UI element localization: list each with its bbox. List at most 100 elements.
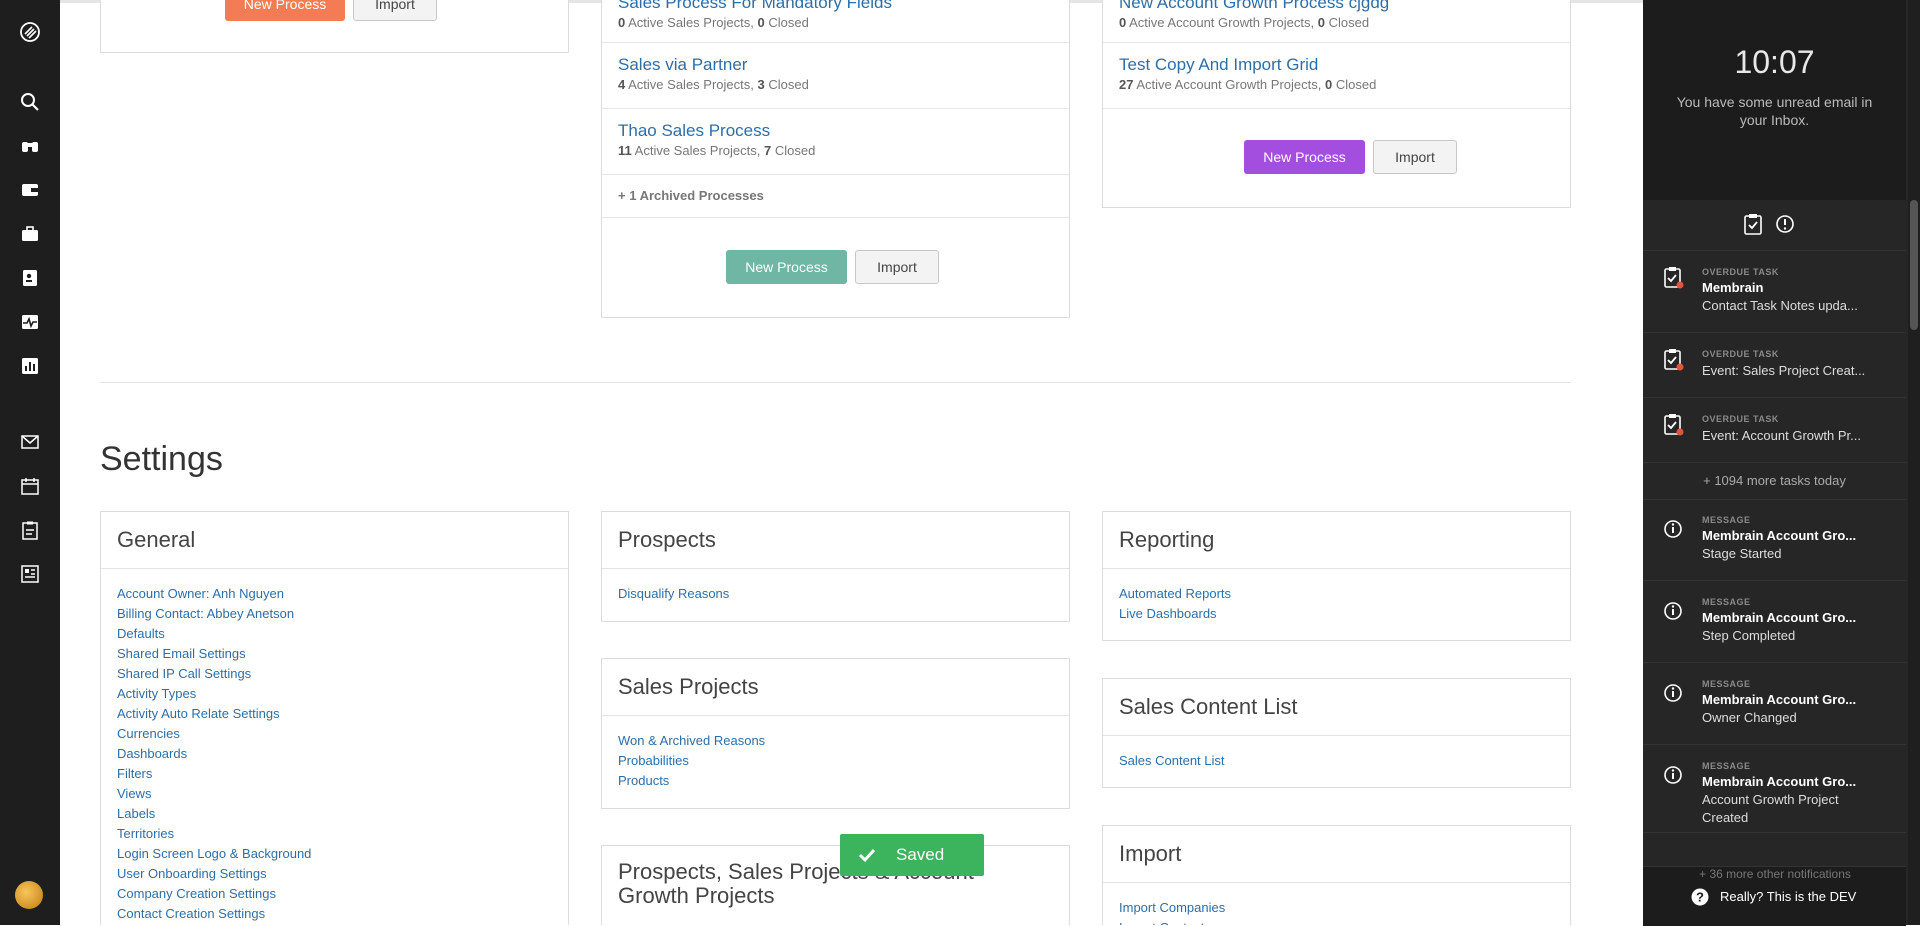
- settings-link[interactable]: Products: [618, 771, 765, 791]
- settings-link[interactable]: Disqualify Reasons: [618, 584, 729, 604]
- notification-item[interactable]: MESSAGE Membrain Account Gro... Account Gr…: [1643, 745, 1906, 833]
- card-title: Import: [1119, 841, 1182, 866]
- settings-link[interactable]: Login Screen Logo & Background: [117, 844, 311, 864]
- list-item[interactable]: New Account Growth Process cjgdg 0 Activ…: [1103, 0, 1570, 43]
- settings-link[interactable]: Territories: [117, 824, 311, 844]
- notification-kind: OVERDUE TASK: [1702, 414, 1779, 424]
- settings-link[interactable]: Views: [117, 784, 311, 804]
- email-message[interactable]: You have some unread email in your Inbox…: [1673, 93, 1876, 129]
- dashboard-icon[interactable]: [16, 560, 44, 588]
- more-notifications[interactable]: + 36 more other notifications: [1657, 867, 1893, 881]
- notification-item[interactable]: OVERDUE TASK Event: Account Growth Pr...: [1643, 398, 1906, 463]
- settings-link[interactable]: Contact Creation Settings: [117, 904, 311, 924]
- saved-toast: Saved: [840, 834, 984, 876]
- settings-link[interactable]: Activity Auto Relate Settings: [117, 704, 311, 724]
- main-content: New Process Import Sales Process For Man…: [60, 0, 1643, 925]
- binoculars-icon[interactable]: [16, 132, 44, 160]
- notification-item[interactable]: MESSAGE Membrain Account Gro... Step Compl…: [1643, 581, 1906, 663]
- list-item[interactable]: Sales Process For Mandatory Fields 0 Act…: [602, 0, 1069, 43]
- process-title[interactable]: Sales via Partner: [618, 55, 1069, 75]
- logo-icon[interactable]: [16, 18, 44, 46]
- process-title[interactable]: Thao Sales Process: [618, 121, 1069, 141]
- briefcase-icon[interactable]: [16, 220, 44, 248]
- settings-link[interactable]: Account Owner: Anh Nguyen: [117, 584, 311, 604]
- settings-link[interactable]: Company Creation Settings: [117, 884, 311, 904]
- panel-scrollbar[interactable]: [1908, 0, 1920, 925]
- notification-body: Event: Account Growth Pr...: [1702, 428, 1861, 443]
- settings-link[interactable]: Sales Content List: [1119, 751, 1225, 771]
- sales-content-settings-card: Sales Content List Sales Content List: [1102, 678, 1571, 788]
- clock-area: 10:07 You have some unread email in your…: [1643, 0, 1906, 200]
- panel-tabs: [1643, 200, 1906, 251]
- tasks-tab-icon[interactable]: [1743, 213, 1763, 235]
- import-button[interactable]: Import: [855, 250, 939, 284]
- list-item[interactable]: Test Copy And Import Grid 27 Active Acco…: [1103, 43, 1570, 109]
- settings-link[interactable]: User Onboarding Settings: [117, 864, 311, 884]
- import-button[interactable]: Import: [1373, 140, 1457, 174]
- new-process-button[interactable]: New Process: [726, 250, 847, 284]
- list-item[interactable]: Sales via Partner 4 Active Sales Project…: [602, 43, 1069, 109]
- sales-projects-settings-card: Sales Projects Won & Archived Reasons Pro…: [601, 658, 1070, 809]
- left-process-card: New Process Import: [100, 0, 569, 53]
- settings-link[interactable]: Probabilities: [618, 751, 765, 771]
- process-title[interactable]: New Account Growth Process cjgdg: [1119, 0, 1570, 13]
- left-navigation: [0, 0, 60, 925]
- settings-link[interactable]: Defaults: [117, 624, 311, 644]
- process-stats: 0 Active Sales Projects, 0 Closed: [618, 15, 809, 30]
- settings-link[interactable]: Dashboards: [117, 744, 311, 764]
- avatar[interactable]: [15, 881, 43, 909]
- divider: [1103, 735, 1570, 736]
- help-icon[interactable]: ?: [1691, 888, 1709, 906]
- process-stats: 27 Active Account Growth Projects, 0 Clo…: [1119, 77, 1377, 92]
- notification-item[interactable]: MESSAGE Membrain Account Gro... Owner Chan…: [1643, 663, 1906, 745]
- settings-link[interactable]: Automated Reports: [1119, 584, 1231, 604]
- clipboard-icon[interactable]: [16, 516, 44, 544]
- notification-kind: MESSAGE: [1702, 597, 1751, 607]
- notification-kind: MESSAGE: [1702, 515, 1751, 525]
- notification-body: Event: Sales Project Creat...: [1702, 363, 1866, 378]
- sales-content-links: Sales Content List: [1119, 751, 1225, 771]
- notification-title: Membrain: [1702, 280, 1764, 295]
- panel-footer: + 36 more other notifications ? Really? …: [1643, 866, 1906, 926]
- import-button[interactable]: Import: [353, 0, 437, 21]
- settings-link[interactable]: Billing Contact: Abbey Anetson: [117, 604, 311, 624]
- notification-title: Membrain Account Gro...: [1702, 610, 1857, 625]
- settings-link[interactable]: Import Companies: [1119, 898, 1225, 918]
- settings-link[interactable]: Shared Email Settings: [117, 644, 311, 664]
- archived-processes-link[interactable]: + 1 Archived Processes: [602, 175, 1069, 218]
- search-icon[interactable]: [16, 88, 44, 116]
- settings-link[interactable]: Currencies: [117, 724, 311, 744]
- activity-icon[interactable]: [16, 308, 44, 336]
- notification-body: Account Growth Project: [1702, 792, 1839, 807]
- settings-link[interactable]: Activity Types: [117, 684, 311, 704]
- settings-link[interactable]: Shared IP Call Settings: [117, 664, 311, 684]
- scrollbar-thumb[interactable]: [1910, 200, 1918, 330]
- notification-kind: OVERDUE TASK: [1702, 349, 1779, 359]
- task-icon: [1663, 266, 1685, 289]
- report-icon[interactable]: [16, 352, 44, 380]
- calendar-icon[interactable]: [16, 472, 44, 500]
- notification-panel: 10:07 You have some unread email in your…: [1643, 0, 1920, 926]
- settings-link[interactable]: Import Contacts: [1119, 918, 1225, 925]
- new-process-button[interactable]: New Process: [225, 0, 345, 21]
- process-stats: 11 Active Sales Projects, 7 Closed: [618, 143, 816, 158]
- wallet-icon[interactable]: [16, 176, 44, 204]
- settings-link[interactable]: Won & Archived Reasons: [618, 731, 765, 751]
- process-title[interactable]: Sales Process For Mandatory Fields: [618, 0, 1069, 13]
- list-item[interactable]: Thao Sales Process 11 Active Sales Proje…: [602, 109, 1069, 175]
- reporting-links: Automated Reports Live Dashboards: [1119, 584, 1231, 624]
- notification-item[interactable]: OVERDUE TASK Event: Sales Project Creat..…: [1643, 333, 1906, 398]
- process-title[interactable]: Test Copy And Import Grid: [1119, 55, 1570, 75]
- notification-item[interactable]: OVERDUE TASK Membrain Contact Task Notes u…: [1643, 251, 1906, 333]
- settings-link[interactable]: Filters: [117, 764, 311, 784]
- reporting-settings-card: Reporting Automated Reports Live Dashboar…: [1102, 511, 1571, 641]
- settings-link[interactable]: Live Dashboards: [1119, 604, 1231, 624]
- contact-card-icon[interactable]: [16, 264, 44, 292]
- more-tasks-link[interactable]: + 1094 more tasks today: [1643, 463, 1906, 500]
- settings-link[interactable]: Labels: [117, 804, 311, 824]
- mail-icon[interactable]: [16, 428, 44, 456]
- new-process-button[interactable]: New Process: [1244, 140, 1365, 174]
- notification-item[interactable]: MESSAGE Membrain Account Gro... Stage Star…: [1643, 499, 1906, 581]
- account-growth-card: New Account Growth Process cjgdg 0 Activ…: [1102, 0, 1571, 208]
- info-tab-icon[interactable]: [1775, 214, 1795, 234]
